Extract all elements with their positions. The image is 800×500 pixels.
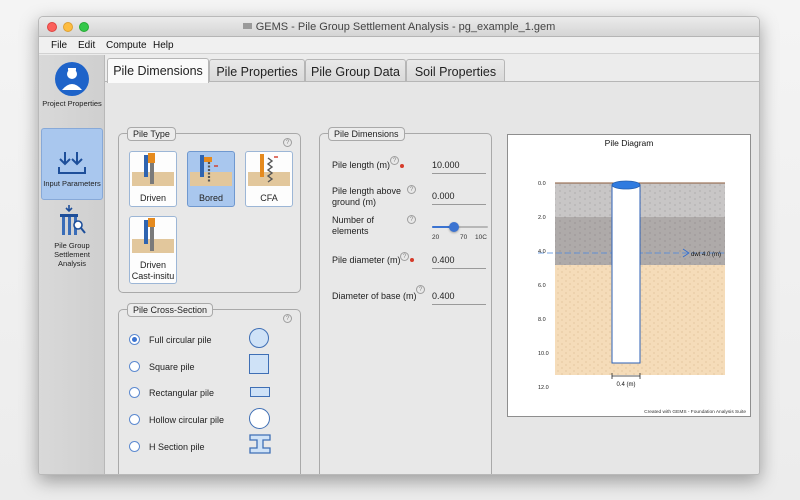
sidebar: Project Properties Input Parameters Pile… bbox=[39, 55, 105, 474]
elements-label: Number of elements bbox=[332, 215, 375, 237]
tab-bar: Pile Dimensions Pile Properties Pile Gro… bbox=[105, 55, 759, 83]
pile-diagram-panel: Pile Diagram dwt 4.0 (m) 0.0 2.0 4.0 6.0 8.0… bbox=[507, 134, 751, 417]
tab-soil-properties[interactable]: Soil Properties bbox=[406, 59, 505, 82]
pile-dimensions-title: Pile Dimensions bbox=[328, 127, 405, 141]
menu-bar: File Edit Compute Help bbox=[39, 37, 759, 54]
help-icon[interactable]: ? bbox=[416, 285, 425, 294]
depth-tick-label: 10.0 bbox=[538, 351, 549, 357]
app-window: GEMS - Pile Group Settlement Analysis - … bbox=[38, 16, 760, 475]
base-diameter-input[interactable]: 0.400 bbox=[432, 291, 486, 305]
full-circle-icon bbox=[249, 328, 269, 348]
pile-dimensions-group: Pile Dimensions Pile length (m) ? 10.000… bbox=[319, 127, 492, 474]
diagram-title: Pile Diagram bbox=[605, 138, 654, 148]
cfa-pile-icon bbox=[248, 154, 290, 186]
help-icon[interactable]: ? bbox=[400, 252, 409, 261]
depth-tick-label: 12.0 bbox=[538, 385, 549, 391]
sidebar-item-input-parameters[interactable]: Input Parameters bbox=[41, 128, 103, 200]
pile-shaft bbox=[611, 184, 641, 364]
radio-label: Hollow circular pile bbox=[149, 415, 225, 425]
sidebar-item-pile-group-settlement[interactable]: Pile Group Settlement Analysis bbox=[41, 205, 103, 275]
pile-length-input[interactable]: 10.000 bbox=[432, 160, 486, 174]
depth-tick-label: 2.0 bbox=[538, 215, 546, 221]
pile-group-icon bbox=[60, 205, 86, 235]
help-icon[interactable]: ? bbox=[283, 138, 292, 147]
pile-diagram: Pile Diagram dwt 4.0 (m) 0.0 2.0 4.0 6.0 8.0… bbox=[538, 138, 746, 415]
square-icon bbox=[249, 354, 269, 374]
pile-type-label: Bored bbox=[198, 192, 224, 203]
radio-label: Square pile bbox=[149, 362, 195, 372]
radio-button[interactable] bbox=[129, 387, 140, 398]
pile-diameter-input[interactable]: 0.400 bbox=[432, 255, 486, 269]
menu-help[interactable]: Help bbox=[153, 40, 174, 51]
bored-pile-icon bbox=[190, 155, 232, 186]
depth-tick-label: 4.0 bbox=[538, 249, 546, 255]
rectangle-icon bbox=[250, 387, 270, 397]
slider-tick: 10C bbox=[475, 234, 487, 241]
pile-type-label: CFA bbox=[260, 192, 278, 203]
help-icon[interactable]: ? bbox=[283, 314, 292, 323]
pile-type-driven-cast-insitu[interactable]: Driven Cast-insitu bbox=[129, 216, 177, 284]
radio-button[interactable] bbox=[129, 334, 140, 345]
base-diameter-label: Diameter of base (m) bbox=[332, 291, 417, 301]
pile-type-bored[interactable]: Bored bbox=[187, 151, 235, 207]
radio-button[interactable] bbox=[129, 414, 140, 425]
pile-diameter-label: Pile diameter (m) bbox=[332, 255, 401, 265]
diameter-label: 0.4 (m) bbox=[616, 382, 635, 388]
tab-pile-group-data[interactable]: Pile Group Data bbox=[305, 59, 406, 82]
pile-length-label: Pile length (m) bbox=[332, 160, 391, 170]
document-icon bbox=[242, 23, 252, 29]
above-ground-label: Pile length above ground (m) bbox=[332, 186, 402, 208]
driven-cast-insitu-icon bbox=[132, 218, 174, 253]
sidebar-item-project-properties[interactable]: Project Properties bbox=[41, 61, 103, 123]
main-content: Pile Type ? Driven Bored CFA Driven Cast… bbox=[105, 81, 759, 474]
diagram-credit: Created with GEMS - Foundation Analysis … bbox=[644, 409, 746, 415]
depth-tick-label: 0.0 bbox=[538, 181, 546, 187]
depth-axis: 0.0 2.0 4.0 6.0 8.0 10.0 12.0 bbox=[538, 181, 549, 391]
radio-label: Full circular pile bbox=[149, 335, 212, 345]
h-section-icon bbox=[249, 434, 271, 454]
pile-type-label: Driven bbox=[139, 192, 166, 203]
pile-type-label: Driven Cast-insitu bbox=[131, 260, 175, 281]
tab-pile-dimensions[interactable]: Pile Dimensions bbox=[107, 58, 209, 83]
menu-edit[interactable]: Edit bbox=[78, 40, 95, 51]
radio-label: Rectangular pile bbox=[149, 388, 215, 398]
title-bar: GEMS - Pile Group Settlement Analysis - … bbox=[39, 17, 759, 37]
elements-slider[interactable] bbox=[432, 222, 488, 232]
pile-type-cfa[interactable]: CFA bbox=[245, 151, 293, 207]
sidebar-item-label: Input Parameters bbox=[43, 179, 101, 188]
download-arrows-icon bbox=[58, 152, 86, 174]
pile-type-driven[interactable]: Driven bbox=[129, 151, 177, 207]
radio-button[interactable] bbox=[129, 361, 140, 372]
slider-tick: 70 bbox=[460, 234, 468, 241]
help-icon[interactable]: ? bbox=[390, 156, 399, 165]
pile-type-group: Pile Type ? Driven Bored CFA Driven Cast… bbox=[118, 127, 301, 293]
radio-button[interactable] bbox=[129, 441, 140, 452]
depth-tick-label: 6.0 bbox=[538, 283, 546, 289]
tab-pile-properties[interactable]: Pile Properties bbox=[209, 59, 305, 82]
required-indicator bbox=[410, 258, 414, 262]
hollow-circle-icon bbox=[249, 408, 270, 429]
sidebar-item-label: Project Properties bbox=[42, 99, 102, 108]
help-icon[interactable]: ? bbox=[407, 185, 416, 194]
radio-label: H Section pile bbox=[149, 442, 205, 452]
menu-compute[interactable]: Compute bbox=[106, 40, 147, 51]
window-title: GEMS - Pile Group Settlement Analysis - … bbox=[39, 21, 759, 33]
above-ground-input[interactable]: 0.000 bbox=[432, 191, 486, 205]
required-indicator bbox=[400, 164, 404, 168]
slider-knob[interactable] bbox=[449, 222, 460, 232]
slider-tick: 20 bbox=[432, 234, 440, 241]
pile-head bbox=[611, 180, 641, 190]
pile-cross-section-group: Pile Cross-Section ? Full circular pile … bbox=[118, 303, 301, 474]
person-badge-icon bbox=[55, 62, 89, 96]
cross-section-title: Pile Cross-Section bbox=[127, 303, 214, 317]
help-icon[interactable]: ? bbox=[407, 215, 416, 224]
water-table-label: dwt 4.0 (m) bbox=[691, 252, 721, 258]
slider-tick-labels: 20 70 10C bbox=[432, 234, 492, 242]
pile-type-title: Pile Type bbox=[127, 127, 176, 141]
sidebar-item-label: Pile Group Settlement Analysis bbox=[54, 241, 90, 268]
driven-pile-icon bbox=[132, 153, 174, 186]
depth-tick-label: 8.0 bbox=[538, 317, 546, 323]
menu-file[interactable]: File bbox=[51, 40, 67, 51]
